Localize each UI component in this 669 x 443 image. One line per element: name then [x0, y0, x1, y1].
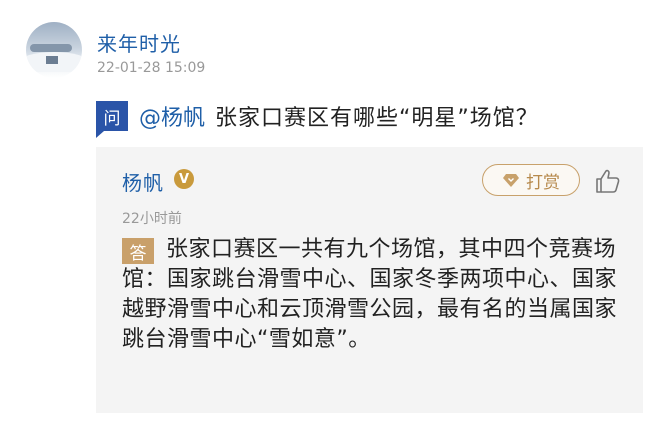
avatar-mountain: [30, 44, 72, 52]
question-mention[interactable]: @杨帆: [139, 100, 205, 132]
answer-text: 张家口赛区一共有九个场馆，其中四个竞赛场馆：国家跳台滑雪中心、国家冬季两项中心、…: [122, 237, 618, 352]
avatar[interactable]: [26, 22, 82, 78]
username[interactable]: 来年时光: [97, 28, 181, 57]
answer-badge: 答: [122, 238, 154, 264]
answer-time: 22小时前: [122, 211, 182, 227]
question-badge: 问: [96, 101, 128, 138]
tip-label: 打赏: [526, 172, 560, 193]
post-header: 来年时光 22-01-28 15:09: [26, 22, 626, 84]
post-timestamp: 22-01-28 15:09: [97, 60, 206, 76]
diamond-icon: [503, 174, 519, 187]
answer-author[interactable]: 杨帆: [122, 167, 164, 196]
thumbs-up-icon[interactable]: [594, 167, 622, 195]
avatar-house: [46, 56, 58, 64]
question: 问 @杨帆 张家口赛区有哪些“明星”场馆？: [96, 100, 539, 138]
question-text: 张家口赛区有哪些“明星”场馆？: [215, 106, 539, 131]
tip-button[interactable]: 打赏: [482, 164, 580, 196]
verified-badge-icon: V: [174, 169, 194, 189]
answer-card: 杨帆 V 打赏 22小时前 张家口赛区一共有九个场馆，其中四个竞赛场馆：国家跳台…: [96, 147, 643, 413]
